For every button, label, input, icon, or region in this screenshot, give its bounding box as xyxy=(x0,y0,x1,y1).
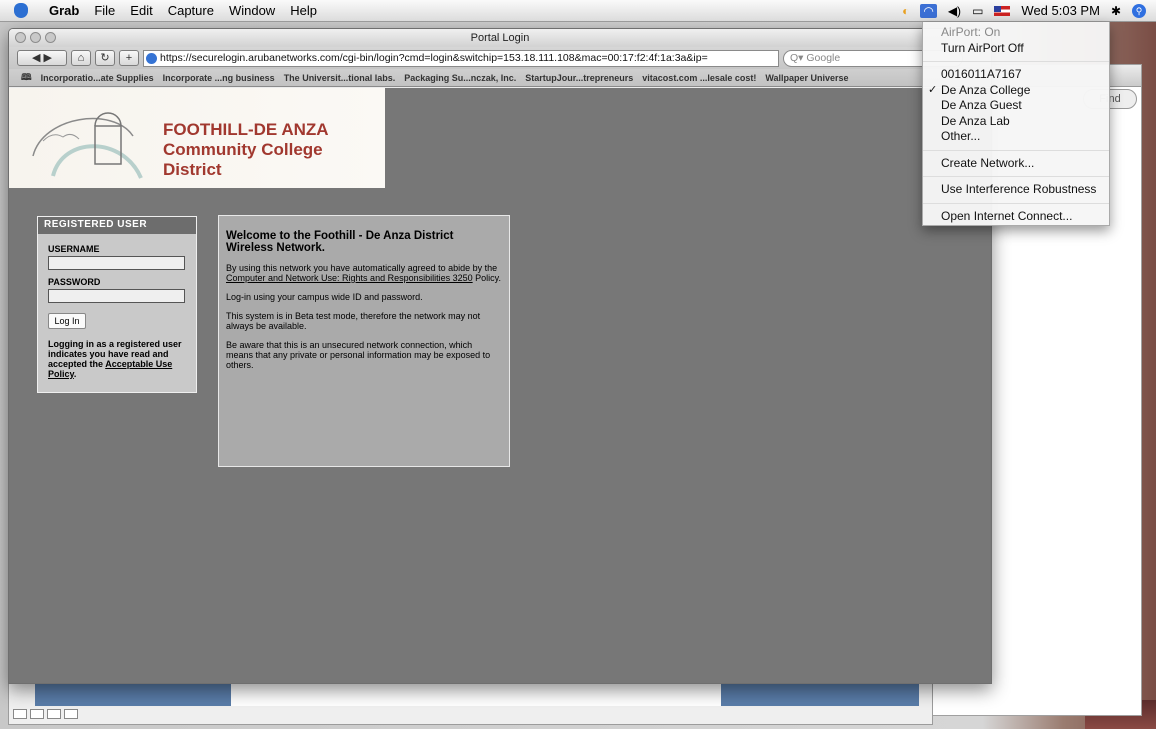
network-name: Other... xyxy=(941,129,981,143)
battery-icon[interactable]: ▭ xyxy=(972,4,983,18)
traffic-lights xyxy=(15,32,56,43)
page-header: FOOTHILL-DE ANZA Community College Distr… xyxy=(9,88,385,188)
list-view-icon[interactable] xyxy=(13,709,27,719)
input-flag-icon[interactable] xyxy=(994,5,1011,16)
bookmarks-bar: 🕮 Incorporatio...ate Supplies Incorporat… xyxy=(9,69,991,87)
reload-icon[interactable]: ↻ xyxy=(95,50,115,66)
window-title: Portal Login xyxy=(470,32,530,44)
beta-notice: This system is in Beta test mode, theref… xyxy=(226,311,481,331)
menu-separator xyxy=(923,202,1109,204)
policy-link[interactable]: Computer and Network Use: Rights and Res… xyxy=(226,273,473,283)
volume-icon[interactable]: ◀) xyxy=(948,4,961,18)
minimize-button[interactable] xyxy=(30,32,41,43)
address-bar[interactable]: https://securelogin.arubanetworks.com/cg… xyxy=(143,49,779,67)
network-item[interactable]: De Anza Guest xyxy=(923,98,1109,114)
menu-capture[interactable]: Capture xyxy=(168,3,214,18)
menu-edit[interactable]: Edit xyxy=(130,3,152,18)
outline-view-icon[interactable] xyxy=(30,709,44,719)
policy-after: Policy. xyxy=(475,273,501,283)
login-button[interactable]: Log In xyxy=(48,313,86,329)
login-note: Logging in as a registered user indicate… xyxy=(48,339,182,379)
bookmark-item[interactable]: The Universit...tional labs. xyxy=(284,73,396,83)
network-name: De Anza Lab xyxy=(941,113,1010,128)
apple-menu-icon[interactable] xyxy=(14,3,28,18)
browser-window[interactable]: Portal Login ◀ ▶ ⌂ ↻ + https://securelog… xyxy=(8,28,992,684)
spotlight-icon[interactable]: ⚲ xyxy=(1132,3,1146,18)
back-forward-button[interactable]: ◀ ▶ xyxy=(17,50,67,66)
username-input[interactable] xyxy=(48,256,185,270)
bookmark-item[interactable]: Incorporate ...ng business xyxy=(163,73,275,83)
policy-paragraph: By using this network you have automatic… xyxy=(226,263,501,283)
menu-window[interactable]: Window xyxy=(229,3,275,18)
menu-separator xyxy=(923,149,1109,151)
network-item-selected[interactable]: ✓ De Anza College xyxy=(923,83,1109,99)
notebook-view-icon[interactable] xyxy=(64,709,78,719)
login-panel-header: REGISTERED USER xyxy=(38,217,196,234)
menu-bar: Grab File Edit Capture Window Help ◐ ◠ ◀… xyxy=(0,0,1156,22)
airport-menu: AirPort: On Turn AirPort Off 0016011A716… xyxy=(922,22,1110,226)
add-bookmark-icon[interactable]: + xyxy=(119,50,139,66)
home-icon[interactable]: ⌂ xyxy=(71,50,91,66)
bookmark-item[interactable]: StartupJour...trepreneurs xyxy=(525,73,633,83)
menu-separator xyxy=(923,61,1109,62)
open-internet-connect-item[interactable]: Open Internet Connect... xyxy=(923,209,1109,225)
brand-title: FOOTHILL-DE ANZA xyxy=(163,120,329,139)
close-button[interactable] xyxy=(15,32,26,43)
browser-toolbar: ◀ ▶ ⌂ ↻ + https://securelogin.arubanetwo… xyxy=(9,47,991,69)
checkmark-icon: ✓ xyxy=(928,83,938,96)
page-content: FOOTHILL-DE ANZA Community College Distr… xyxy=(9,88,991,683)
address-bar-text[interactable]: https://securelogin.arubanetworks.com/cg… xyxy=(160,51,708,66)
password-input[interactable] xyxy=(48,289,185,303)
menu-separator xyxy=(923,176,1109,177)
brand-subtitle: Community College District xyxy=(163,140,323,179)
airport-status: AirPort: On xyxy=(941,25,1001,39)
bookmarks-book-icon[interactable]: 🕮 xyxy=(21,70,32,86)
network-name: De Anza Guest xyxy=(941,98,1022,112)
username-label: USERNAME xyxy=(48,244,100,254)
network-name: 0016011A7167 xyxy=(941,67,1022,81)
bookmark-item[interactable]: vitacost.com ...lesale cost! xyxy=(642,73,756,83)
network-item[interactable]: 0016011A7167 xyxy=(923,67,1109,83)
interference-item[interactable]: Use Interference Robustness xyxy=(923,182,1109,198)
network-item-other[interactable]: Other... xyxy=(923,129,1109,145)
timemachine-icon[interactable]: ◐ xyxy=(902,4,909,18)
menu-file[interactable]: File xyxy=(94,3,115,18)
bluetooth-icon[interactable]: ✱ xyxy=(1111,4,1121,18)
network-item[interactable]: De Anza Lab xyxy=(923,114,1109,130)
zoom-button[interactable] xyxy=(45,32,56,43)
globe-icon xyxy=(146,52,157,64)
security-notice: Be aware that this is an unsecured netwo… xyxy=(226,340,491,370)
welcome-panel: Welcome to the Foothill - De Anza Distri… xyxy=(218,215,510,467)
bookmark-item[interactable]: Incorporatio...ate Supplies xyxy=(41,73,154,83)
password-label: PASSWORD xyxy=(48,277,101,287)
airport-icon[interactable]: ◠ xyxy=(920,3,937,18)
bookmark-item[interactable]: Wallpaper Universe xyxy=(765,73,848,83)
page-view-icon[interactable] xyxy=(47,709,61,719)
window-titlebar[interactable]: Portal Login xyxy=(9,29,991,47)
clock[interactable]: Wed 5:03 PM xyxy=(1021,3,1100,18)
menu-help[interactable]: Help xyxy=(290,3,317,18)
college-logo-icon xyxy=(32,112,143,179)
app-menu[interactable]: Grab xyxy=(49,3,79,18)
policy-text: By using this network you have automatic… xyxy=(226,263,498,273)
login-instructions: Log-in using your campus wide ID and pas… xyxy=(226,292,423,302)
network-name: De Anza College xyxy=(941,82,1031,97)
view-mode-icons[interactable] xyxy=(13,709,78,719)
airport-toggle-item[interactable]: Turn AirPort Off xyxy=(923,41,1109,57)
search-placeholder: Google xyxy=(806,51,841,64)
create-network-item[interactable]: Create Network... xyxy=(923,156,1109,172)
welcome-title: Welcome to the Foothill - De Anza Distri… xyxy=(226,230,454,254)
login-panel: REGISTERED USER USERNAME PASSWORD Log In… xyxy=(37,216,197,393)
bookmark-item[interactable]: Packaging Su...nczak, Inc. xyxy=(404,73,516,83)
